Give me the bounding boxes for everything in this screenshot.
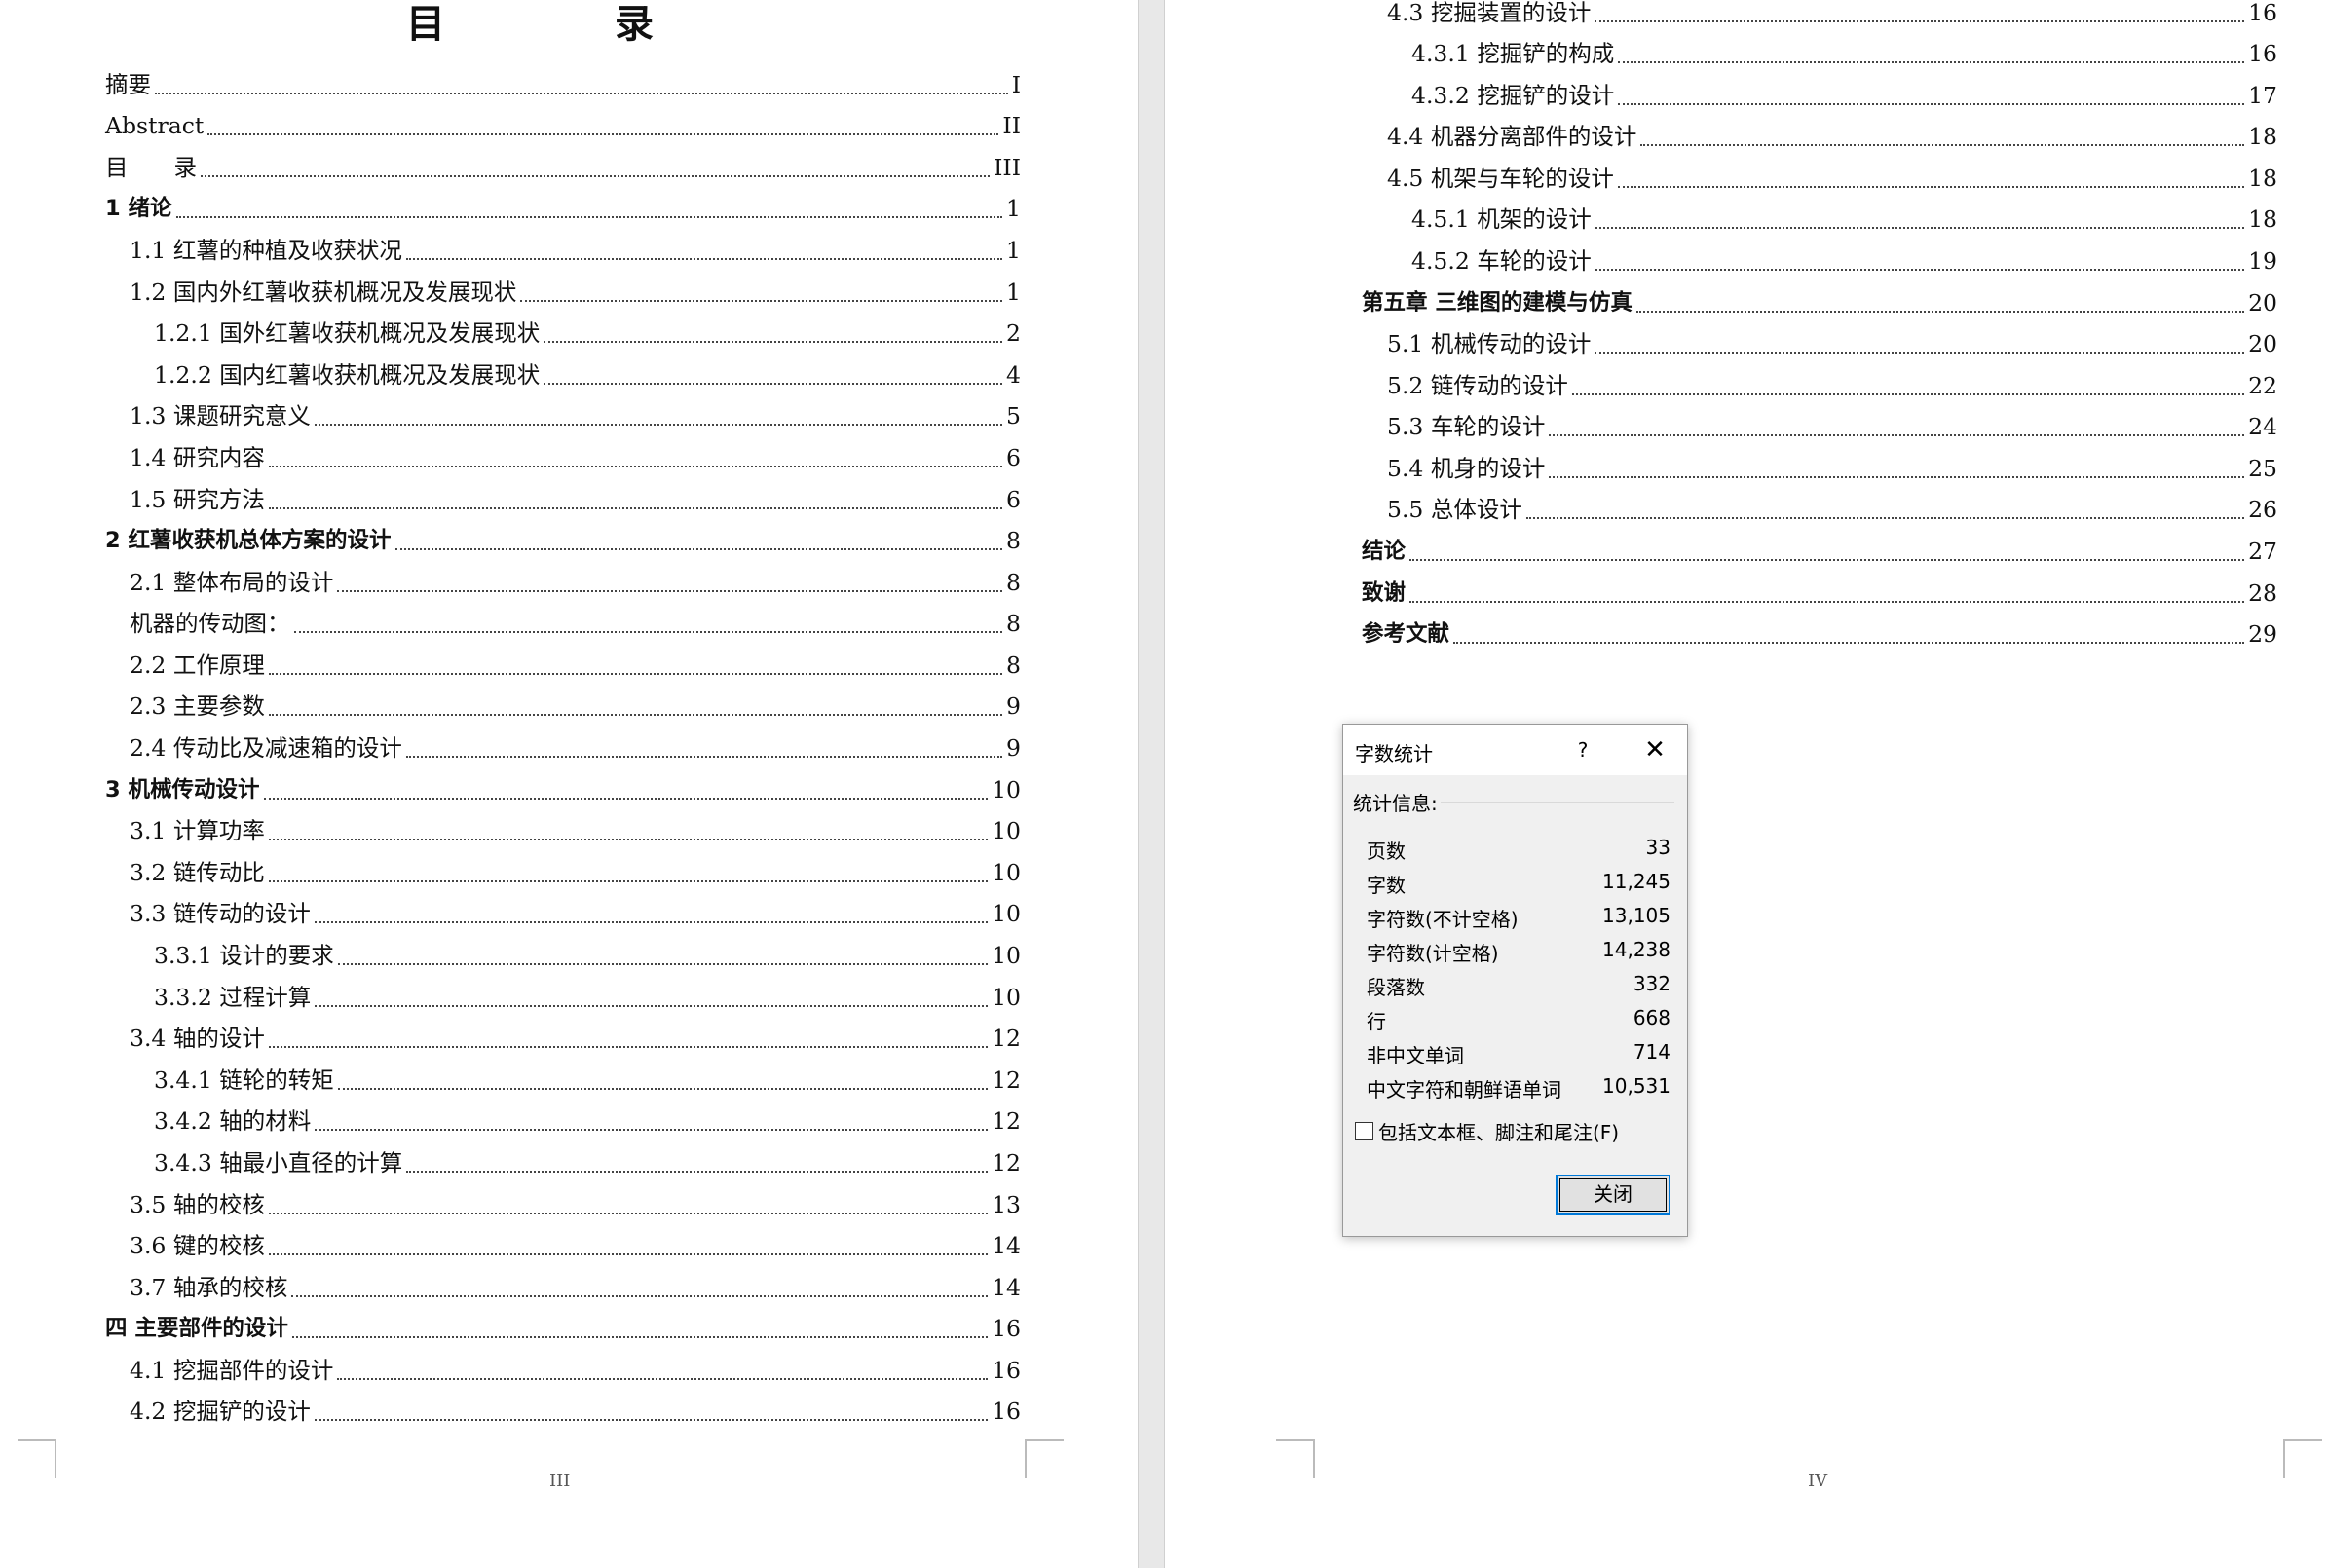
toc-entry[interactable]: 1.4 研究内容 6 [130, 437, 1021, 478]
toc-entry[interactable]: 机器的传动图： 8 [130, 603, 1021, 644]
toc-entry[interactable]: 4.1 挖掘部件的设计 16 [130, 1350, 1021, 1391]
toc-entry[interactable]: Abstract II [105, 105, 1021, 146]
toc-entry[interactable]: 目 录 III [105, 147, 1021, 188]
close-button[interactable]: 关闭 [1556, 1175, 1670, 1215]
toc-entry[interactable]: 3.2 链传动比 10 [130, 852, 1021, 893]
dialog-title: 字数统计 [1355, 742, 1433, 765]
toc-entry[interactable]: 第五章 三维图的建模与仿真 20 [1362, 282, 2277, 323]
include-textboxes-label[interactable]: 包括文本框、脚注和尾注(F) [1378, 1117, 1619, 1145]
toc-entry[interactable]: 1.2 国内外红薯收获机概况及发展现状 1 [130, 272, 1021, 313]
toc-entry[interactable]: 2.2 工作原理 8 [130, 645, 1021, 686]
dialog-titlebar[interactable]: 字数统计 ? ✕ [1343, 725, 1687, 775]
toc-entry[interactable]: 3.4.2 轴的材料 12 [154, 1101, 1021, 1141]
toc-entry[interactable]: 2 红薯收获机总体方案的设计 8 [105, 520, 1021, 561]
toc-entry[interactable]: 4.3.2 挖掘铲的设计 17 [1411, 75, 2277, 116]
toc-entry[interactable]: 3 机械传动设计 10 [105, 769, 1021, 810]
toc-entry[interactable]: 4.3 挖掘装置的设计 16 [1387, 0, 2277, 33]
toc-entry[interactable]: 3.4 轴的设计 12 [130, 1018, 1021, 1059]
toc-entry[interactable]: 5.2 链传动的设计 22 [1387, 365, 2277, 406]
toc-entry[interactable]: 致谢 28 [1362, 573, 2277, 614]
toc-entry[interactable]: 参考文献 29 [1362, 614, 2277, 654]
toc-heading: 目 录 [406, 2, 732, 47]
toc-entry[interactable]: 4.2 挖掘铲的设计 16 [130, 1391, 1021, 1432]
page-number: IV [1808, 1471, 1828, 1491]
toc-entry[interactable]: 4.5.2 车轮的设计 19 [1411, 241, 2277, 281]
word-count-dialog[interactable]: 字数统计 ? ✕ 统计信息: 页数 33 字数 11,245 字符数(不计空格) 13… [1342, 724, 1688, 1237]
toc-entry[interactable]: 结论 27 [1362, 531, 2277, 572]
stat-row: 字符数(不计空格) 13,105 [1367, 904, 1670, 931]
toc-entry[interactable]: 3.1 计算功率 10 [130, 810, 1021, 851]
section-divider [1441, 802, 1674, 803]
stat-row: 页数 33 [1367, 836, 1670, 863]
crop-mark [1025, 1439, 1064, 1478]
toc-entry[interactable]: 摘要 I [105, 64, 1021, 105]
toc-entry[interactable]: 5.3 车轮的设计 24 [1387, 406, 2277, 447]
stat-row: 中文字符和朝鲜语单词 10,531 [1367, 1074, 1670, 1101]
toc-entry[interactable]: 1 绪论 1 [105, 188, 1021, 229]
toc-entry[interactable]: 4.5.1 机架的设计 18 [1411, 199, 2277, 240]
toc-entry[interactable]: 1.3 课题研究意义 5 [130, 395, 1021, 436]
toc-entry[interactable]: 1.2.2 国内红薯收获机概况及发展现状 4 [154, 355, 1021, 395]
toc-entry[interactable]: 3.3 链传动的设计 10 [130, 893, 1021, 934]
toc-entry[interactable]: 1.5 研究方法 6 [130, 479, 1021, 520]
toc-entry[interactable]: 2.1 整体布局的设计 8 [130, 562, 1021, 603]
crop-mark [2283, 1439, 2322, 1478]
crop-mark [18, 1439, 56, 1478]
toc-entry[interactable]: 四 主要部件的设计 16 [105, 1308, 1021, 1349]
stat-row: 行 668 [1367, 1006, 1670, 1033]
page-number: III [549, 1471, 571, 1491]
page-gutter [1138, 0, 1165, 1568]
stat-row: 字数 11,245 [1367, 870, 1670, 897]
toc-entry[interactable]: 5.5 总体设计 26 [1387, 489, 2277, 530]
toc-entry[interactable]: 4.5 机架与车轮的设计 18 [1387, 158, 2277, 199]
toc-entry[interactable]: 2.4 传动比及减速箱的设计 9 [130, 728, 1021, 768]
close-icon[interactable]: ✕ [1637, 734, 1672, 765]
toc-entry[interactable]: 5.4 机身的设计 25 [1387, 448, 2277, 489]
toc-entry[interactable]: 1.1 红薯的种植及收获状况 1 [130, 230, 1021, 271]
toc-entry[interactable]: 2.3 主要参数 9 [130, 686, 1021, 727]
toc-entry[interactable]: 3.5 轴的校核 13 [130, 1184, 1021, 1225]
toc-entry[interactable]: 4.3.1 挖掘铲的构成 16 [1411, 33, 2277, 74]
stat-row: 段落数 332 [1367, 972, 1670, 999]
toc-entry[interactable]: 3.4.3 轴最小直径的计算 12 [154, 1142, 1021, 1183]
document-page-left: 目 录 摘要 I Abstract II 目 录 III 1 绪论 1 1.1 红薯的种… [0, 0, 1138, 1568]
crop-mark [1276, 1439, 1315, 1478]
stats-section-label: 统计信息: [1353, 792, 1438, 815]
toc-entry[interactable]: 5.1 机械传动的设计 20 [1387, 323, 2277, 364]
toc-entry[interactable]: 3.3.1 设计的要求 10 [154, 935, 1021, 976]
help-icon[interactable]: ? [1565, 734, 1600, 765]
toc-entry[interactable]: 4.4 机器分离部件的设计 18 [1387, 116, 2277, 157]
stat-row: 字符数(计空格) 14,238 [1367, 938, 1670, 965]
toc-entry[interactable]: 3.3.2 过程计算 10 [154, 977, 1021, 1018]
toc-entry[interactable]: 3.7 轴承的校核 14 [130, 1267, 1021, 1308]
toc-entry[interactable]: 3.6 键的校核 14 [130, 1225, 1021, 1266]
stat-row: 非中文单词 714 [1367, 1040, 1670, 1067]
toc-entry[interactable]: 1.2.1 国外红薯收获机概况及发展现状 2 [154, 313, 1021, 354]
toc-entry[interactable]: 3.4.1 链轮的转矩 12 [154, 1060, 1021, 1101]
include-textboxes-checkbox[interactable] [1355, 1122, 1373, 1140]
